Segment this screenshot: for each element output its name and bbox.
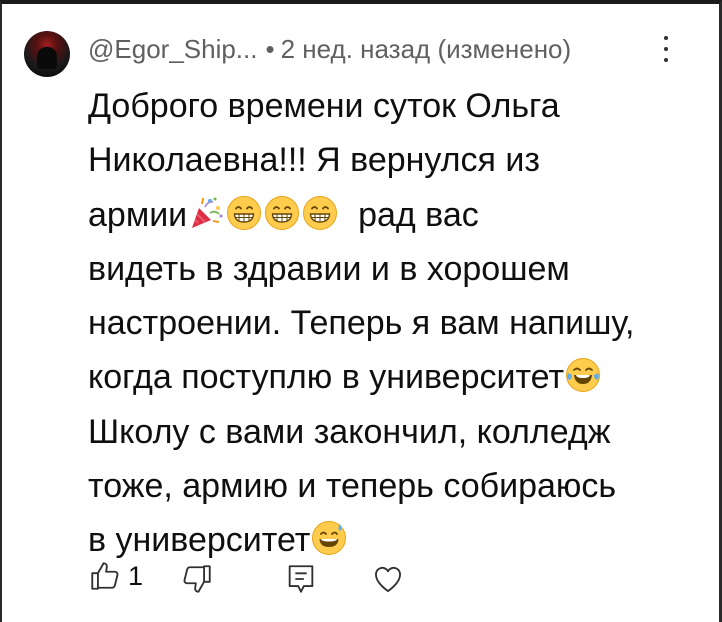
comment-line: видеть в здравии и в хорошем <box>88 242 688 296</box>
comment-header: @Egor_Ship... • 2 нед. назад (изменено) <box>88 29 571 69</box>
comment-line: когда поступлю в университет <box>88 350 688 404</box>
thumbs-down-icon <box>180 562 214 596</box>
heart-icon <box>371 562 405 596</box>
author-name[interactable]: @Egor_Ship... <box>88 34 257 65</box>
comment-line: Николаевна!!! Я вернулся из <box>88 133 688 187</box>
comment-text-segment: армии <box>88 195 188 234</box>
comment-text-segment: тоже, армию и теперь собираюсь <box>88 467 617 506</box>
grinning-face-emoji <box>302 195 338 231</box>
avatar[interactable] <box>24 31 70 77</box>
grinning-face-emoji <box>264 195 300 231</box>
comment-line: Школу с вами закончил, колледж <box>88 405 688 459</box>
comment-actions: 1 <box>88 556 401 596</box>
grinning-face-emoji <box>226 195 262 231</box>
reply-icon <box>284 562 318 596</box>
comment-line: Доброго времени суток Ольга <box>88 79 688 133</box>
like-button[interactable]: 1 <box>88 556 143 596</box>
tears-of-joy-emoji <box>565 357 601 393</box>
grinning-sweat-emoji <box>311 520 347 556</box>
comment-text-segment: видеть в здравии и в хорошем <box>88 249 570 288</box>
comment-text-segment: когда поступлю в университет <box>88 358 565 397</box>
reply-button[interactable] <box>284 559 318 599</box>
thumbs-up-icon <box>88 559 122 593</box>
dislike-button[interactable] <box>180 559 214 599</box>
party-popper-emoji <box>188 195 224 231</box>
like-count: 1 <box>128 560 144 591</box>
comment-text-segment: Доброго времени суток Ольга <box>88 87 560 125</box>
more-vertical-icon[interactable] <box>662 36 670 62</box>
comment-line: тоже, армию и теперь собираюсь <box>88 459 688 513</box>
comment-text-segment: Школу с вами закончил, колледж <box>88 412 611 451</box>
comment-text-segment: Николаевна!!! Я вернулся из <box>88 141 540 180</box>
timestamp[interactable]: 2 нед. назад (изменено) <box>281 34 572 65</box>
comment-text-segment: рад вас <box>339 195 479 234</box>
separator-dot: • <box>265 33 275 64</box>
comment-line: настроении. Теперь я вам напишу, <box>88 296 688 350</box>
comment-line: армии рад вас <box>88 188 688 242</box>
comment-text-segment: настроении. Теперь я вам напишу, <box>88 304 635 343</box>
heart-button[interactable] <box>371 559 405 599</box>
comment-text-segment: в университет <box>88 521 311 560</box>
avatar-figure <box>37 47 57 69</box>
comment-text: Доброго времени суток Ольга Николаевна!!!… <box>88 79 688 568</box>
